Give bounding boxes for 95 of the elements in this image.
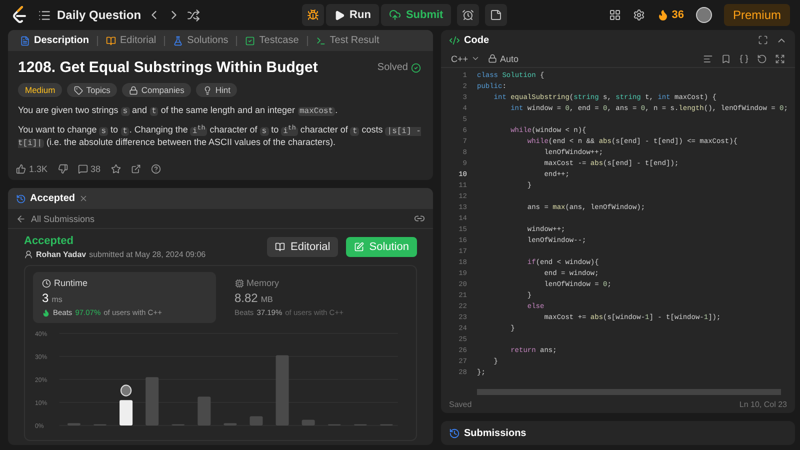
panel-tab[interactable]: Description (16, 35, 94, 46)
cursor-position: Ln 10, Col 23 (739, 400, 787, 408)
save-status: Saved (449, 400, 472, 408)
difficulty-badge: Medium (18, 83, 62, 97)
histogram-bar (120, 400, 133, 426)
settings-icon[interactable] (632, 9, 645, 21)
submitted-time: submitted at May 28, 2024 09:06 (89, 250, 206, 259)
histogram-bar (224, 423, 237, 426)
avatar-marker (120, 384, 132, 396)
code-icon (449, 34, 460, 46)
histogram-bar (276, 355, 289, 426)
author-name: Rohan Yadav (36, 250, 86, 259)
problem-text: You want to change s to t . Changing the i$^{th}$ character of s to i$^{th}$ character of t costs |s[i] - t[i]| (i.e. the absolute difference between the ASCII values of the characters). (18, 123, 421, 148)
dislike-icon[interactable] (58, 164, 68, 174)
history-icon (449, 428, 460, 438)
edit-icon (354, 242, 364, 252)
braces-icon[interactable] (739, 54, 749, 64)
all-submissions-link[interactable]: All Submissions (31, 214, 95, 224)
comment-icon[interactable] (78, 164, 88, 174)
like-count: 1.3K (29, 164, 48, 174)
stat-unit: MB (260, 295, 273, 304)
stat-unit: ms (52, 295, 62, 304)
clock-icon (42, 278, 51, 288)
share-icon[interactable] (130, 164, 141, 174)
book-icon (275, 242, 286, 252)
bookmark-icon[interactable] (721, 54, 731, 64)
tag-chip[interactable]: Topics (67, 83, 118, 97)
fullscreen-icon[interactable] (775, 54, 785, 64)
check-circle-icon (411, 62, 421, 72)
shuffle-icon[interactable] (187, 8, 200, 22)
tag-chip[interactable]: Companies (122, 83, 192, 97)
history-icon (16, 194, 26, 204)
panel-tab[interactable]: Solutions (169, 35, 232, 46)
panel-tab[interactable]: Testcase (241, 35, 303, 46)
avatar[interactable] (696, 7, 712, 23)
lock-icon (488, 54, 498, 63)
debug-button[interactable] (302, 4, 324, 26)
chip-icon (234, 278, 244, 288)
tab-icon (106, 36, 116, 46)
note-icon (490, 9, 502, 21)
panel-tab[interactable]: Editorial (102, 35, 160, 46)
beats-icon (42, 308, 50, 316)
grid-icon[interactable] (608, 9, 621, 21)
format-icon[interactable] (703, 54, 713, 64)
back-icon[interactable] (16, 214, 26, 224)
alarm-clock-icon (462, 9, 474, 21)
like-icon[interactable] (16, 164, 26, 174)
tab-icon (245, 36, 256, 46)
run-button[interactable]: Run (326, 4, 379, 26)
tab-icon (316, 36, 326, 46)
tab-icon (173, 36, 184, 46)
histogram-bar (67, 423, 80, 426)
play-icon (334, 10, 345, 20)
stat-label: Memory (246, 278, 280, 288)
caret-icon (471, 54, 480, 63)
editorial-button[interactable]: Editorial (267, 237, 338, 257)
bug-icon (306, 9, 319, 21)
user-icon (24, 250, 33, 259)
stat-value: 3 (42, 291, 49, 305)
star-icon[interactable] (110, 164, 121, 174)
comment-count: 38 (90, 164, 101, 174)
flame-icon (656, 9, 669, 21)
solved-status: Solved (377, 62, 421, 73)
help-icon[interactable] (150, 164, 161, 174)
list-icon[interactable] (38, 8, 51, 22)
panel-tab[interactable]: Test Result (312, 35, 384, 46)
stat-value: 8.82 (234, 291, 258, 305)
verdict-text: Accepted (24, 235, 75, 247)
problem-text: You are given two strings s and t of the same length and an integer maxCost . (18, 104, 339, 116)
streak-count: 36 (672, 9, 684, 21)
tag-chip[interactable]: Hint (196, 83, 238, 97)
histogram-bar (302, 420, 315, 426)
mode-label: Auto (500, 54, 519, 64)
alarm-button[interactable] (457, 4, 480, 26)
horizontal-scrollbar[interactable] (477, 389, 781, 395)
close-icon[interactable] (79, 194, 88, 203)
cloud-upload-icon (388, 9, 401, 21)
language-select[interactable]: C++ (451, 54, 468, 64)
stat-label: Runtime (54, 278, 88, 288)
tab-icon (20, 36, 30, 46)
logo-icon[interactable] (12, 6, 28, 24)
submit-button[interactable]: Submit (380, 4, 452, 26)
panel-title: Submissions (464, 428, 526, 438)
histogram-bar (198, 396, 211, 426)
maximize-icon[interactable] (758, 35, 768, 45)
histogram-bar (146, 377, 159, 426)
link-icon[interactable] (414, 213, 425, 224)
note-button[interactable] (485, 4, 508, 26)
histogram-bar (250, 416, 263, 426)
panel-tab[interactable]: Accepted (30, 193, 76, 204)
reset-icon[interactable] (757, 54, 767, 64)
problem-title: 1208. Get Equal Substrings Within Budget (18, 59, 318, 76)
daily-question-link[interactable]: Daily Question (57, 8, 142, 22)
panel-title: Code (464, 34, 489, 46)
premium-button[interactable]: Premium (724, 4, 790, 26)
